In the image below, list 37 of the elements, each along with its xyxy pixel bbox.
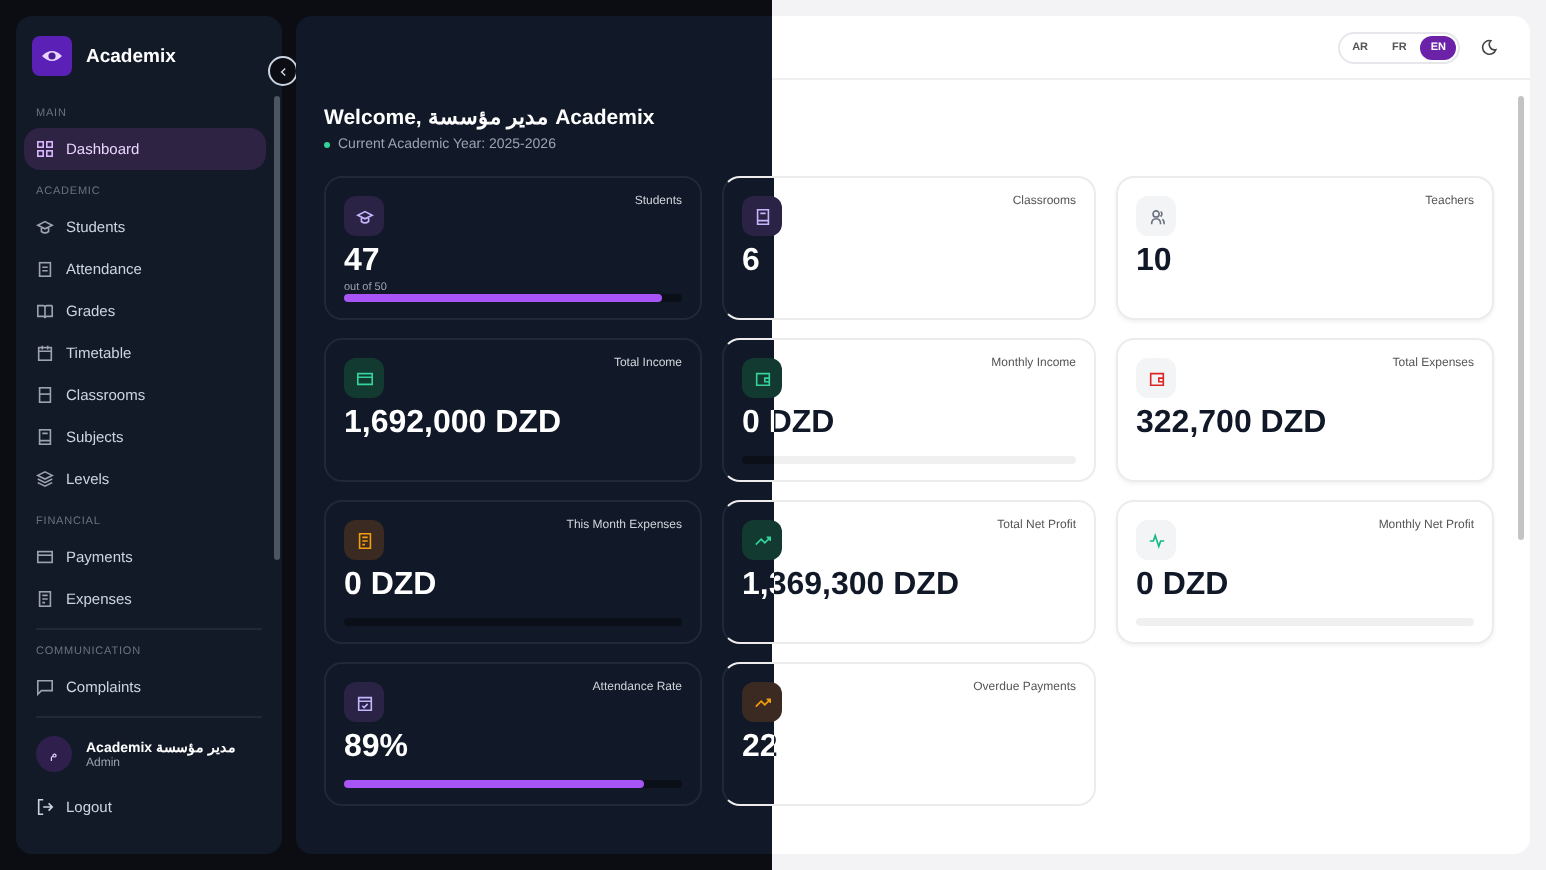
stat-icon [1136,520,1176,560]
status-dot-icon [324,142,330,148]
book-icon [36,302,54,320]
stat-value: 47 [344,244,380,280]
stat-value: 322,700 DZD [1136,406,1327,442]
stat-icon [344,520,384,560]
scrollbar[interactable] [1518,96,1524,540]
stat-icon [344,682,384,722]
moon-icon[interactable] [1480,38,1498,56]
stat-icon [742,682,782,722]
brand-name: Academix [86,45,176,67]
stat-value: 0 DZD [344,568,437,604]
stat-icon [1136,196,1176,236]
stat-value: 0 DZD [1136,568,1229,604]
stat-icon [742,358,782,398]
stat-value: 89% [344,730,409,766]
stat-value: 10 [1136,244,1172,280]
layers-icon [36,470,54,488]
grid-icon [36,140,54,158]
receipt-icon [36,590,54,608]
cap-icon [36,218,54,236]
msg-icon [36,678,54,696]
clip-icon [36,260,54,278]
stat-icon [344,196,384,236]
stat-icon [344,358,384,398]
stat-icon [742,196,782,236]
logout-icon [36,798,54,816]
card-icon [36,548,54,566]
logo-icon [32,36,72,76]
scrollbar[interactable] [274,96,280,560]
collapse-icon[interactable] [268,56,298,86]
stat-icon [742,520,782,560]
stat-icon [1136,358,1176,398]
note-icon [36,428,54,446]
welcome-title: Welcome, مدير مؤسسة Academix [324,104,657,130]
stat-value: 1,692,000 DZD [344,406,562,442]
cal-icon [36,344,54,362]
